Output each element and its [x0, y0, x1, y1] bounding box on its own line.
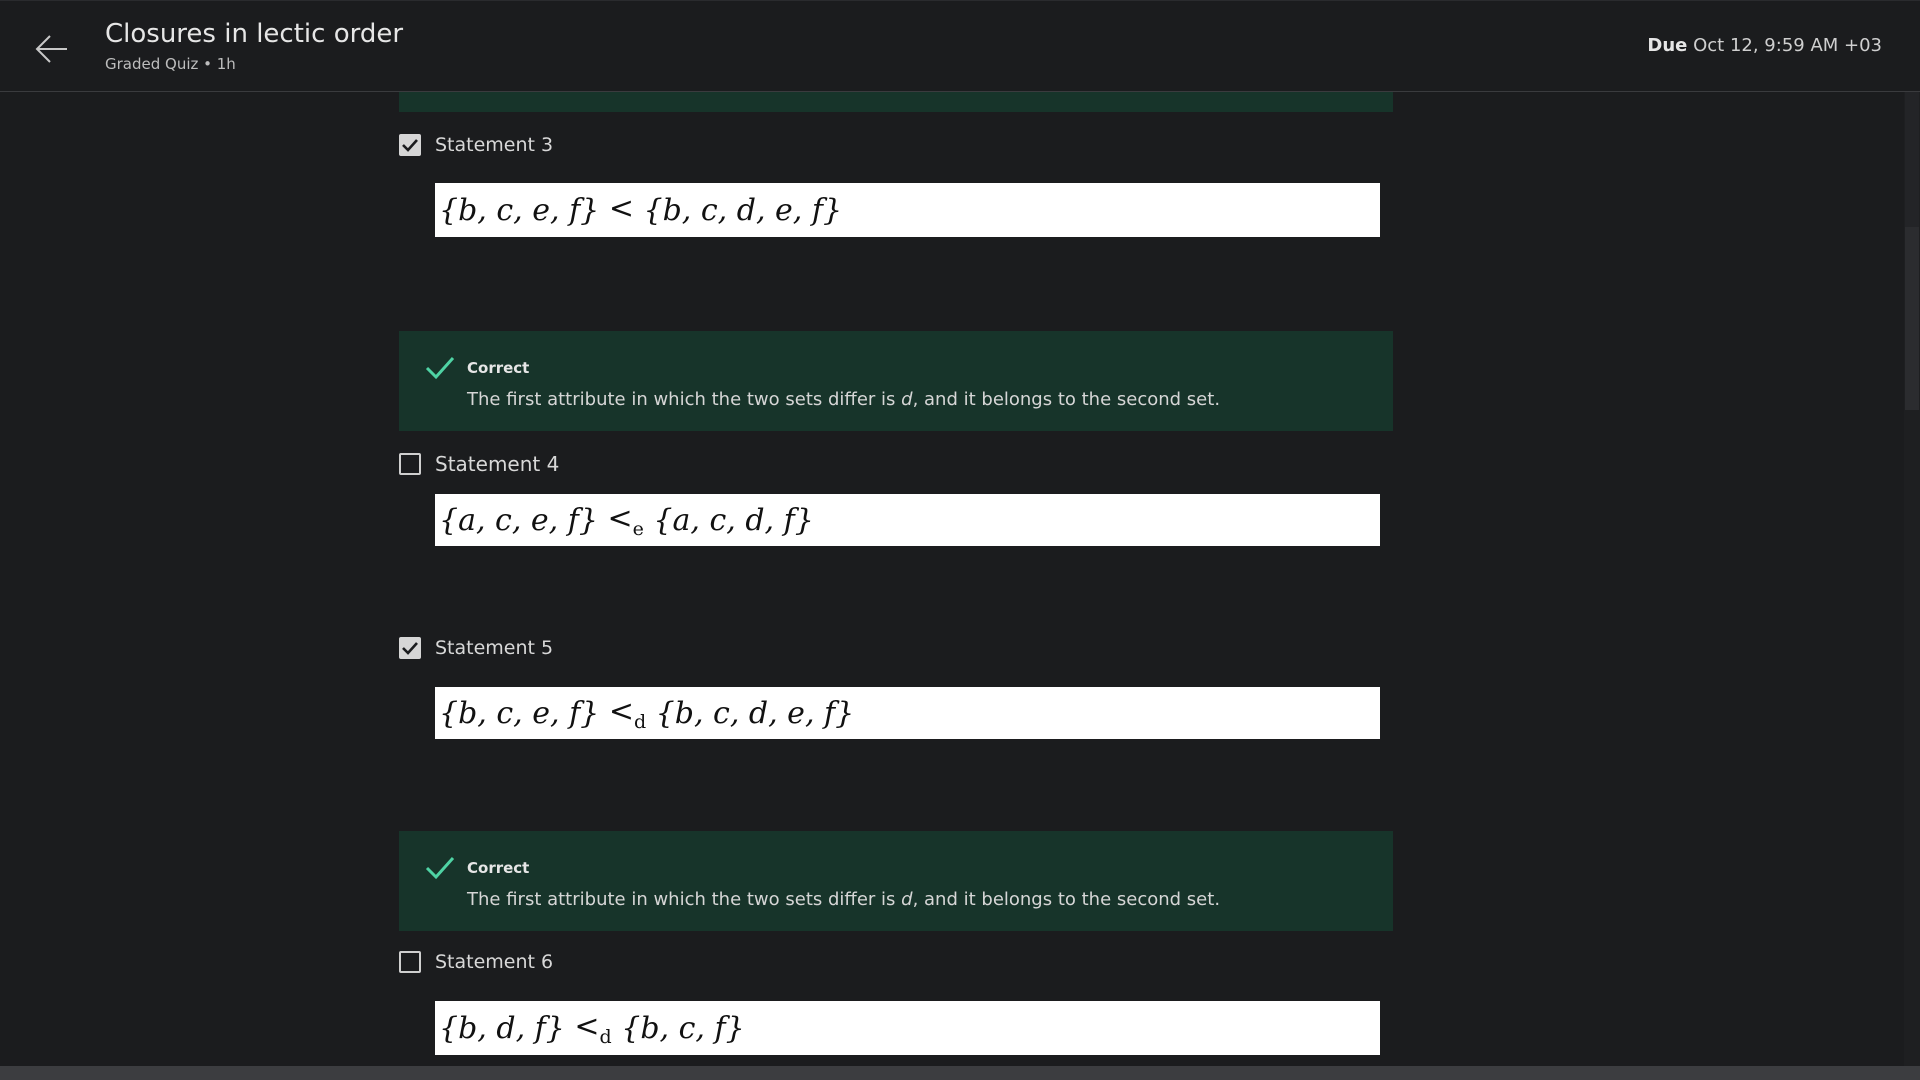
formula-operator: <	[608, 190, 634, 226]
check-icon	[402, 139, 418, 152]
feedback-text: The first attribute in which the two set…	[467, 889, 1221, 910]
feedback-panel: Correct The first attribute in which the…	[399, 831, 1393, 931]
formula-right: {b, c, d, e, f}	[643, 192, 843, 228]
statement-6-checkbox[interactable]	[399, 951, 421, 973]
statement-3-formula: {b, c, e, f} < {b, c, d, e, f}	[435, 183, 1380, 237]
arrow-left-icon	[35, 35, 67, 63]
formula-right: {b, c, d, e, f}	[655, 695, 855, 731]
bottom-bar	[0, 1066, 1920, 1080]
top-bar: Closures in lectic order Graded Quiz • 1…	[0, 0, 1920, 92]
statement-6[interactable]: Statement 6	[399, 949, 553, 975]
feedback-title: Correct	[467, 859, 530, 877]
checkmark-icon	[425, 856, 455, 880]
scrollbar-thumb[interactable]	[1905, 227, 1919, 410]
feedback-panel: Correct The first attribute in which the…	[399, 331, 1393, 431]
scrollbar-track-upper	[1905, 92, 1919, 227]
statement-4-formula: {a, c, e, f} <e {a, c, d, f}	[435, 494, 1380, 546]
statement-5-checkbox[interactable]	[399, 637, 421, 659]
formula-left: {a, c, e, f}	[439, 502, 598, 538]
formula-left: {b, c, e, f}	[439, 695, 600, 731]
formula-right: {a, c, d, f}	[653, 502, 814, 538]
feedback-panel-partial	[399, 92, 1393, 112]
due-date: Due Oct 12, 9:59 AM +03	[1647, 35, 1882, 56]
checkmark-icon	[425, 356, 455, 380]
statement-3-checkbox[interactable]	[399, 134, 421, 156]
statement-label: Statement 5	[435, 637, 554, 659]
feedback-text: The first attribute in which the two set…	[467, 389, 1221, 410]
formula-operator: <d	[608, 693, 647, 733]
quiz-content[interactable]: Statement 3 {b, c, e, f} < {b, c, d, e, …	[0, 92, 1904, 1066]
formula-right: {b, c, f}	[621, 1010, 745, 1046]
formula-left: {b, d, f}	[439, 1010, 565, 1046]
statement-label: Statement 3	[435, 134, 554, 156]
formula-left: {b, c, e, f}	[439, 192, 600, 228]
due-label: Due	[1647, 35, 1688, 56]
page-subtitle: Graded Quiz • 1h	[105, 55, 236, 73]
statement-4[interactable]: Statement 4	[399, 451, 559, 477]
statement-3[interactable]: Statement 3	[399, 132, 553, 158]
statement-6-formula: {b, d, f} <d {b, c, f}	[435, 1001, 1380, 1055]
statement-4-checkbox[interactable]	[399, 453, 421, 475]
formula-operator: <d	[574, 1008, 612, 1048]
formula-operator: <e	[607, 500, 644, 540]
page-title: Closures in lectic order	[105, 19, 404, 49]
due-value: Oct 12, 9:59 AM +03	[1693, 35, 1882, 56]
statement-label: Statement 4	[435, 452, 560, 476]
statement-label: Statement 6	[435, 951, 554, 973]
back-button[interactable]	[30, 27, 74, 71]
statement-5-formula: {b, c, e, f} <d {b, c, d, e, f}	[435, 687, 1380, 739]
check-icon	[402, 642, 418, 655]
feedback-title: Correct	[467, 359, 530, 377]
statement-5[interactable]: Statement 5	[399, 635, 553, 661]
vertical-scrollbar[interactable]	[1904, 92, 1920, 1066]
